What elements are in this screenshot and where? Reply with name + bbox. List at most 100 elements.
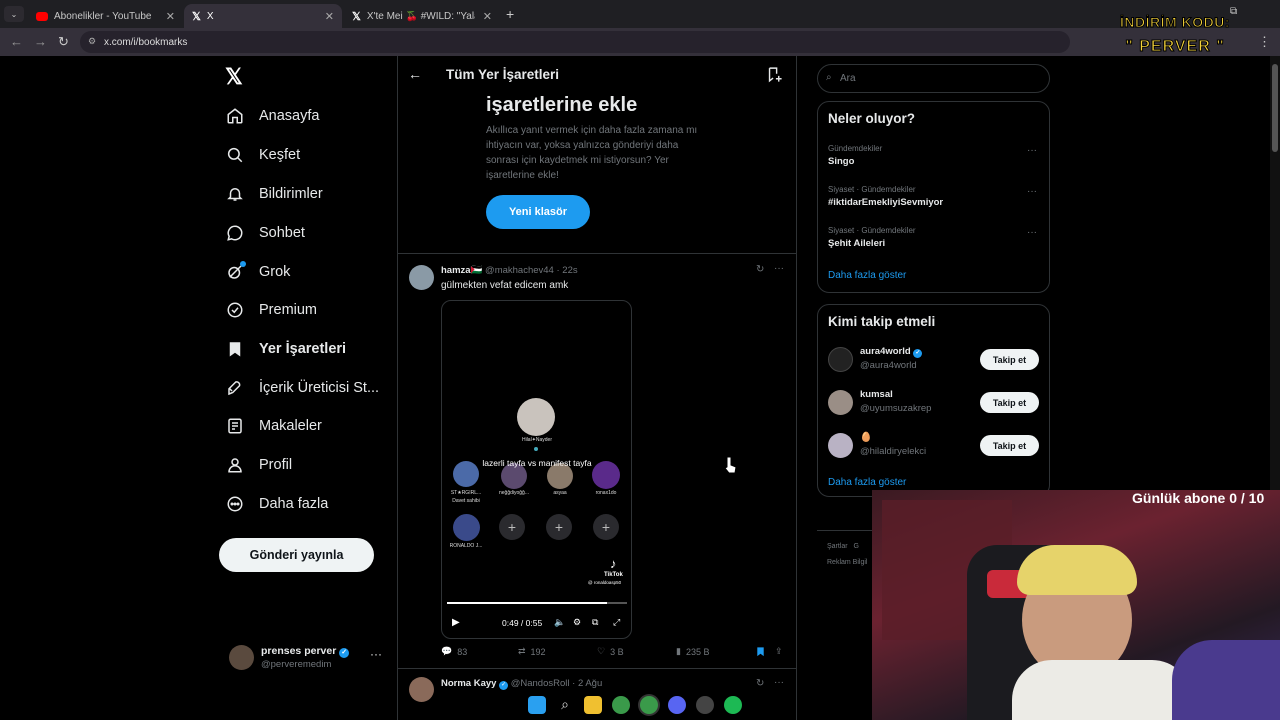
windows-start-icon[interactable]: [528, 696, 546, 714]
nav-item-explore[interactable]: Keşfet: [226, 140, 300, 170]
like-button[interactable]: ♡ 3 B: [597, 646, 624, 657]
views-button[interactable]: ▮ 235 B: [676, 646, 709, 657]
footer-links[interactable]: Şartlar G: [827, 543, 859, 550]
notification-dot: [240, 261, 246, 267]
fullscreen-icon[interactable]: ⤢: [613, 617, 620, 628]
search-icon: ⌕: [826, 72, 832, 83]
tab-x[interactable]: 𝕏 X ✕: [184, 4, 342, 28]
follow-button[interactable]: Takip et: [980, 349, 1039, 370]
nav-item-chat[interactable]: Sohbet: [226, 218, 305, 248]
home-icon: [227, 108, 243, 124]
add-folder-icon[interactable]: [766, 66, 783, 83]
volume-icon[interactable]: 🔈: [554, 617, 565, 628]
subscriber-goal-counter: Günlük abone 0 / 10: [1132, 490, 1265, 506]
heart-icon: ♡: [597, 646, 606, 656]
follow-button[interactable]: Takip et: [980, 435, 1039, 456]
nav-item-creator-studio[interactable]: İçerik Üreticisi St...: [226, 373, 379, 403]
reply-button[interactable]: 💬 83: [441, 646, 467, 657]
chrome-icon[interactable]: [612, 696, 630, 714]
tab-x-post[interactable]: 𝕏 X'te Mei 🍒 #WILD: "Yalan yanı ✕: [344, 4, 500, 28]
account-switcher[interactable]: prenses perver ✓ @perveremedim ···: [229, 643, 389, 673]
verified-badge-icon: ✓: [339, 648, 350, 658]
trend-item[interactable]: #iktidarEmekliyiSevmiyor: [828, 197, 943, 208]
back-arrow-icon[interactable]: ←: [408, 66, 422, 82]
address-bar-row: ← → ↻ ⚙ x.com/i/bookmarks ⋮: [0, 28, 1280, 56]
trend-item[interactable]: Singo: [828, 156, 854, 167]
verified-badge-icon: ✓: [499, 681, 509, 690]
follow-button[interactable]: Takip et: [980, 392, 1039, 413]
profile-icon: [228, 458, 242, 473]
chevron-down-icon: ⌄: [10, 9, 18, 19]
discord-icon[interactable]: [668, 696, 686, 714]
minimize-icon[interactable]: ⧉: [1230, 6, 1237, 17]
file-explorer-icon[interactable]: [584, 696, 602, 714]
share-icon: ⇪: [775, 646, 783, 656]
bookmarks-column: işaretlerine ekle Akıllıca yanıt vermek …: [397, 56, 797, 720]
verified-icon: [227, 302, 243, 318]
close-tab-icon[interactable]: ✕: [483, 10, 492, 23]
more-icon[interactable]: ···: [1027, 227, 1037, 238]
article-icon: [228, 418, 242, 434]
site-info-icon[interactable]: ⚙: [88, 36, 96, 47]
avatar: [592, 461, 620, 489]
more-icon[interactable]: ···: [1027, 186, 1037, 197]
video-progress-track[interactable]: [447, 602, 627, 604]
x-logo-icon[interactable]: 𝕏: [225, 64, 243, 90]
youtube-icon: [36, 11, 48, 21]
footer-links[interactable]: Reklam Bilgil: [827, 559, 867, 566]
grok-analyze-icon[interactable]: ↻: [756, 678, 764, 689]
forward-icon[interactable]: →: [34, 34, 47, 49]
picture-in-picture-icon[interactable]: ⧉: [592, 617, 598, 628]
more-icon[interactable]: ···: [774, 677, 784, 688]
search-icon[interactable]: ⌕: [556, 696, 574, 714]
avatar: [453, 514, 480, 541]
nav-item-articles[interactable]: Makaleler: [226, 411, 322, 441]
url-field[interactable]: ⚙ x.com/i/bookmarks: [80, 31, 1070, 53]
close-tab-icon[interactable]: ✕: [325, 10, 334, 23]
avatar[interactable]: [409, 265, 434, 290]
more-icon[interactable]: ···: [370, 647, 382, 661]
back-icon[interactable]: ←: [10, 34, 23, 49]
spotify-icon[interactable]: [724, 696, 742, 714]
avatar[interactable]: [409, 677, 434, 702]
avatar[interactable]: [828, 390, 853, 415]
scrollbar-thumb[interactable]: [1272, 64, 1278, 152]
bookmark-button[interactable]: [755, 646, 766, 657]
nav-item-bookmarks[interactable]: Yer İşaretleri: [226, 334, 346, 364]
avatar[interactable]: [828, 433, 853, 458]
nav-item-profile[interactable]: Profil: [226, 450, 292, 480]
show-more-link[interactable]: Daha fazla göster: [828, 270, 906, 281]
more-icon[interactable]: ···: [1027, 145, 1037, 156]
post-button[interactable]: Gönderi yayınla: [219, 538, 374, 572]
nav-item-premium[interactable]: Premium: [226, 295, 317, 325]
tiktok-icon: ♪: [610, 556, 617, 571]
show-more-link[interactable]: Daha fazla göster: [828, 477, 906, 488]
play-icon[interactable]: ▶: [452, 617, 460, 628]
add-seat-icon: +: [546, 514, 572, 540]
search-input[interactable]: ⌕ Ara: [817, 64, 1050, 93]
share-button[interactable]: ⇪: [775, 646, 783, 657]
nav-item-home[interactable]: Anasayfa: [226, 101, 319, 131]
close-tab-icon[interactable]: ✕: [166, 10, 175, 23]
settings-icon[interactable]: ⚙: [573, 617, 581, 628]
bookmark-icon: [229, 342, 241, 357]
reply-icon: 💬: [441, 646, 453, 656]
nav-item-more[interactable]: Daha fazla: [226, 489, 328, 519]
avatar[interactable]: [828, 347, 853, 372]
more-icon[interactable]: ···: [774, 263, 784, 274]
video-player[interactable]: Hilal✦Nayder lazerli tayfa vs manifest t…: [441, 300, 632, 639]
tab-youtube[interactable]: Abonelikler - YouTube ✕: [28, 4, 183, 28]
tab-search-button[interactable]: ⌄: [4, 6, 24, 22]
x-logo-icon: 𝕏: [192, 10, 201, 23]
app-icon[interactable]: [696, 696, 714, 714]
trend-item[interactable]: Şehit Aileleri: [828, 238, 885, 249]
nav-item-grok[interactable]: Grok: [226, 257, 290, 287]
grok-analyze-icon[interactable]: ↻: [756, 264, 764, 275]
chrome-icon[interactable]: [640, 696, 658, 714]
new-folder-button[interactable]: Yeni klasör: [486, 195, 590, 229]
repost-button[interactable]: ⇄ 192: [518, 646, 546, 657]
nav-item-notifications[interactable]: Bildirimler: [226, 179, 323, 209]
new-tab-icon[interactable]: +: [506, 6, 514, 22]
background-light: [1172, 640, 1280, 720]
reload-icon[interactable]: ↻: [58, 34, 69, 50]
